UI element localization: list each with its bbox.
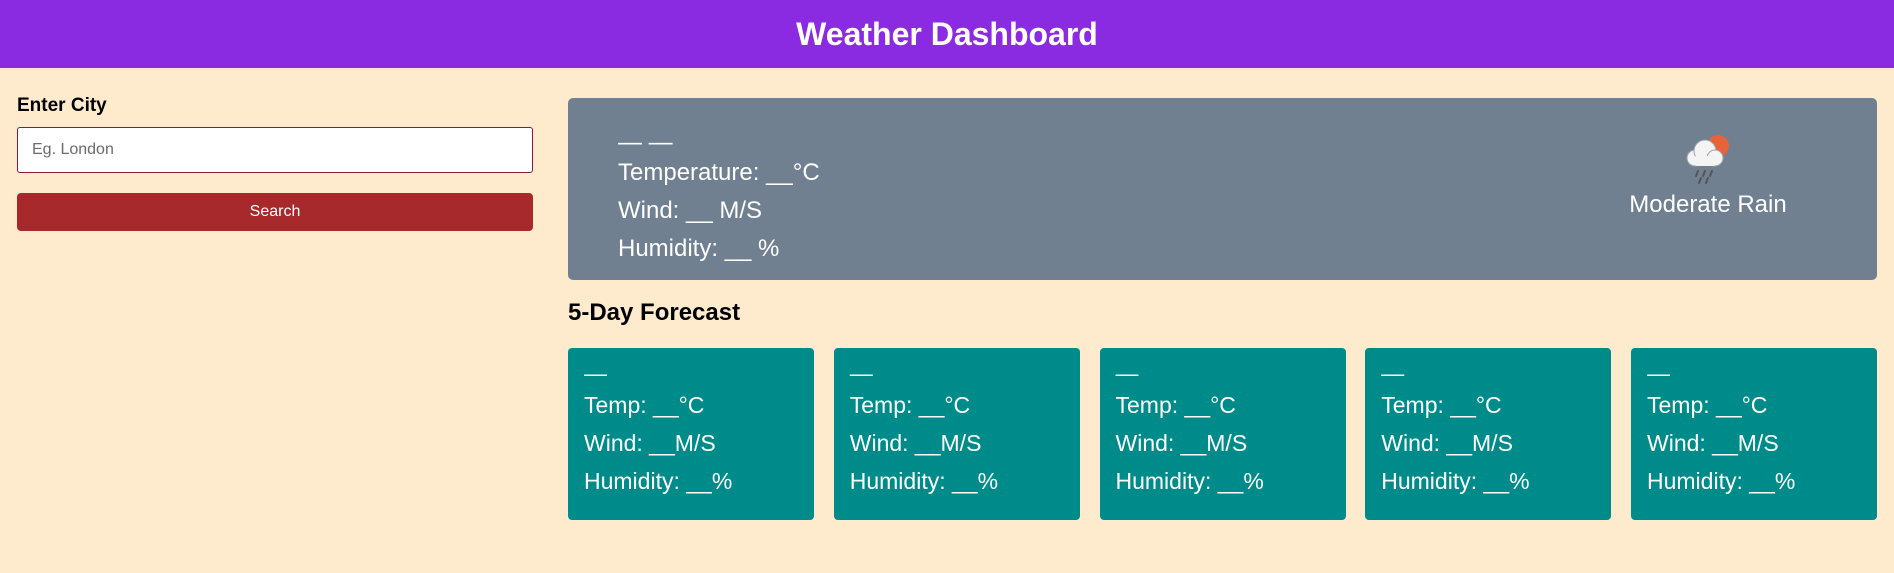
forecast-date: — bbox=[1115, 360, 1139, 386]
forecast-wind: Wind: __M/S bbox=[1381, 430, 1513, 456]
forecast-wind: Wind: __M/S bbox=[1647, 430, 1779, 456]
forecast-wind: Wind: __M/S bbox=[584, 430, 716, 456]
cloud-sun-rain-icon bbox=[1686, 135, 1729, 184]
current-wind: Wind: __ M/S bbox=[618, 197, 763, 224]
forecast-card: — Temp: __°C Wind: __M/S Humidity: __% bbox=[568, 348, 814, 520]
forecast-wind: Wind: __M/S bbox=[849, 430, 982, 456]
forecast-humidity: Humidity: __% bbox=[849, 468, 999, 494]
forecast-date: — bbox=[849, 360, 873, 386]
current-condition: Moderate Rain bbox=[1623, 128, 1793, 219]
forecast-card: — Temp: __°C Wind: __M/S Humidity: __% bbox=[1631, 348, 1877, 520]
forecast-temp: Temp: __°C bbox=[1381, 392, 1502, 418]
forecast-temp: Temp: __°C bbox=[1115, 392, 1236, 418]
search-button[interactable]: Search bbox=[17, 193, 533, 231]
forecast-wind: Wind: __M/S bbox=[1115, 430, 1248, 456]
forecast-temp: Temp: __°C bbox=[849, 392, 971, 418]
forecast-list: — Temp: __°C Wind: __M/S Humidity: __% —… bbox=[568, 348, 1877, 520]
search-panel: Enter City Search bbox=[17, 95, 533, 231]
forecast-date: — bbox=[1647, 360, 1670, 386]
city-search-input[interactable] bbox=[17, 127, 533, 173]
city-label: Enter City bbox=[17, 95, 107, 116]
forecast-temp: Temp: __°C bbox=[1647, 392, 1768, 418]
current-humidity: Humidity: __ % bbox=[618, 235, 780, 262]
app-header: Weather Dashboard bbox=[0, 0, 1894, 68]
forecast-temp: Temp: __°C bbox=[584, 392, 705, 418]
condition-description: Moderate Rain bbox=[1629, 191, 1787, 218]
page-title: Weather Dashboard bbox=[796, 15, 1098, 52]
current-date: — — bbox=[618, 129, 673, 156]
current-temperature: Temperature: __°C bbox=[618, 159, 820, 186]
forecast-humidity: Humidity: __% bbox=[1647, 468, 1796, 494]
forecast-title: 5-Day Forecast bbox=[568, 299, 741, 326]
forecast-humidity: Humidity: __% bbox=[1115, 468, 1264, 494]
forecast-humidity: Humidity: __% bbox=[1381, 468, 1530, 494]
forecast-date: — bbox=[584, 360, 607, 386]
forecast-card: — Temp: __°C Wind: __M/S Humidity: __% bbox=[1099, 348, 1346, 520]
forecast-date: — bbox=[1381, 360, 1405, 386]
forecast-card: — Temp: __°C Wind: __M/S Humidity: __% bbox=[833, 348, 1080, 520]
current-weather-panel: — — Temperature: __°C Wind: __ M/S Humid… bbox=[568, 98, 1877, 280]
forecast-card: — Temp: __°C Wind: __M/S Humidity: __% bbox=[1365, 348, 1612, 520]
current-weather-info: — — Temperature: __°C Wind: __ M/S Humid… bbox=[618, 129, 820, 268]
forecast-humidity: Humidity: __% bbox=[584, 468, 733, 494]
